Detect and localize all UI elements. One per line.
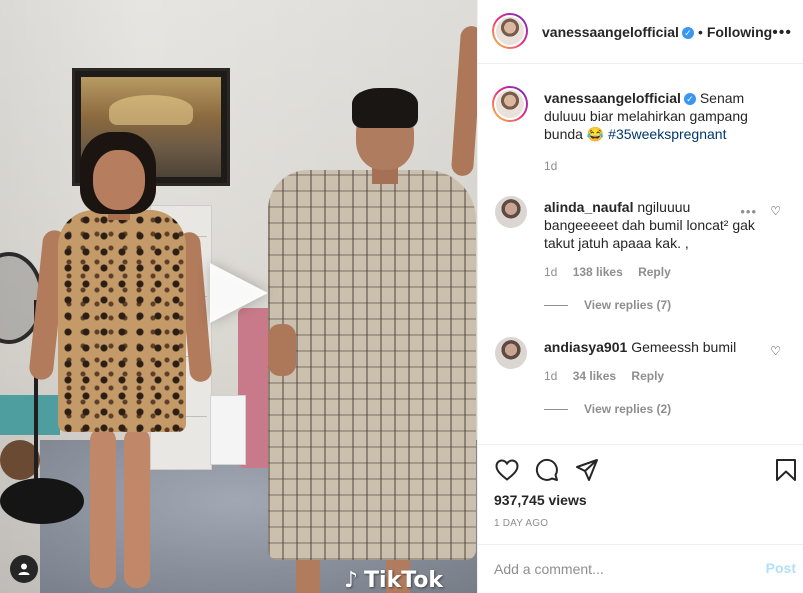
bookmark-icon [776,459,796,481]
comment-avatar[interactable] [495,196,527,228]
verified-icon: ✓ [683,93,696,106]
add-comment-bar: Post [478,544,803,593]
following-button[interactable]: Following [707,24,772,40]
comment-meta: 1d 34 likes Reply [544,369,664,383]
tiktok-logo-icon: ♪ [344,567,359,593]
woman-dress [58,210,186,432]
heart-icon [495,459,519,481]
comment-age[interactable]: 1d [544,369,557,383]
white-box [210,395,246,465]
tiktok-watermark-text: TikTok [364,567,444,593]
man-hand [268,324,296,376]
comment-reply-button[interactable]: Reply [638,265,671,279]
view-count[interactable]: 937,745 views [494,492,587,508]
woman-leg-right [124,428,150,588]
user-tag-button[interactable] [10,555,38,583]
like-button[interactable] [494,457,520,483]
comment-username[interactable]: alinda_naufal [544,199,633,215]
post-actions: 937,745 views 1 DAY AGO [478,444,803,544]
comment-item: alinda_naufal ngiluuuu bangeeeeet dah bu… [544,198,764,252]
author-username[interactable]: vanessaangelofficial [542,24,679,40]
share-button[interactable] [574,457,600,483]
caption-username[interactable]: vanessaangelofficial [544,90,681,106]
comment-input[interactable] [494,557,734,581]
caption-hashtag[interactable]: #35weekspregnant [608,126,726,142]
post-timestamp[interactable]: 1 DAY AGO [494,518,548,529]
share-icon [576,459,598,481]
comment-like-icon[interactable]: ♡ [770,204,781,218]
storage-boxes [0,395,60,435]
post-comment-button[interactable]: Post [766,560,796,576]
caption-avatar[interactable] [492,86,528,122]
comment-text: Gemeessh bumil [631,339,737,355]
comment-like-icon[interactable]: ♡ [770,344,781,358]
replies-line [544,304,568,306]
post-caption: vanessaangelofficial ✓ Senam duluuu biar … [544,89,784,143]
comment-icon [535,458,558,481]
view-replies-button[interactable]: View replies (7) [544,298,671,312]
comment-likes[interactable]: 138 likes [573,265,623,279]
more-icon[interactable]: ••• [772,24,792,42]
save-button[interactable] [773,457,799,483]
comment-avatar[interactable] [495,337,527,369]
author-avatar[interactable] [492,13,528,49]
header-author: vanessaangelofficial ✓ • Following [542,24,772,40]
post-details-panel: vanessaangelofficial ✓ • Following ••• vane… [477,0,803,593]
tiktok-watermark: ♪ TikTok [344,566,443,593]
comment-reply-button[interactable]: Reply [631,369,664,383]
fan-base [0,478,84,524]
post-video[interactable]: ♪ TikTok [0,0,477,593]
woman-leg-left [90,428,116,588]
man-robe [268,170,476,560]
comment-meta: 1d 138 likes Reply [544,265,671,279]
woman-face [93,150,145,210]
comment-age[interactable]: 1d [544,265,557,279]
caption-age[interactable]: 1d [544,159,557,173]
comment-username[interactable]: andiasya901 [544,339,627,355]
separator-dot: • [697,24,703,40]
view-replies-button[interactable]: View replies (2) [544,402,671,416]
post-header: vanessaangelofficial ✓ • Following ••• [478,0,803,64]
replies-line [544,408,568,410]
comment-likes[interactable]: 34 likes [573,369,616,383]
user-tag-icon [18,563,30,575]
comment-options-icon[interactable]: ••• [740,204,757,219]
comment-item: andiasya901 Gemeessh bumil [544,338,764,356]
play-icon[interactable] [210,263,268,323]
verified-icon: ✓ [681,27,694,40]
view-replies-label: View replies (7) [584,298,672,312]
man-hair [352,88,418,128]
view-replies-label: View replies (2) [584,402,672,416]
comment-button[interactable] [534,457,560,483]
